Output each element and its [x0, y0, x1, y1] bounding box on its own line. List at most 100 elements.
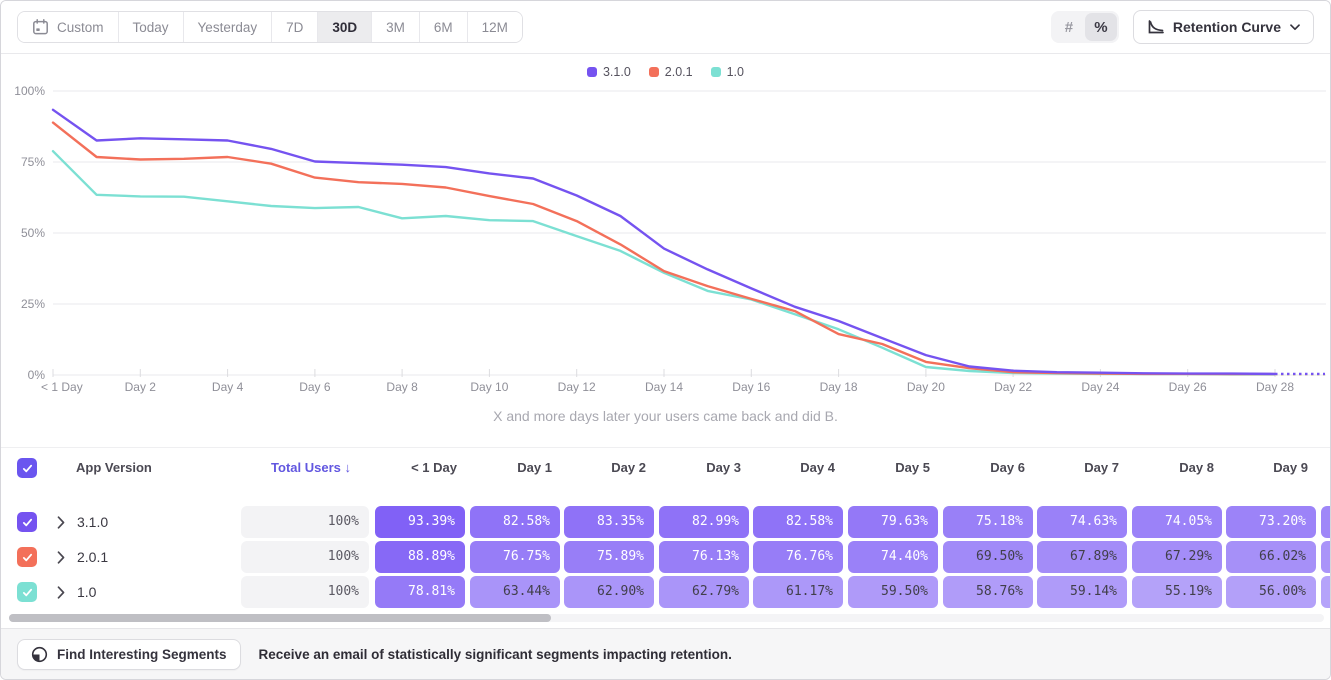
- calendar-icon: [32, 19, 49, 35]
- retention-cell[interactable]: 82.58%: [470, 506, 560, 538]
- chart-caption: X and more days later your users came ba…: [1, 408, 1330, 424]
- expand-chevron-right-icon[interactable]: [57, 516, 65, 529]
- expand-chevron-right-icon[interactable]: [57, 586, 65, 599]
- day-column-header: Day 5: [848, 449, 938, 487]
- svg-text:Day 2: Day 2: [125, 380, 157, 394]
- retention-cell[interactable]: 62.79%: [659, 576, 749, 608]
- retention-cell[interactable]: 59.50%: [848, 576, 938, 608]
- retention-cell[interactable]: 79.63%: [848, 506, 938, 538]
- retention-cell[interactable]: 56.00%: [1226, 576, 1316, 608]
- retention-cell[interactable]: 74.05%: [1132, 506, 1222, 538]
- retention-cell[interactable]: 62.90%: [564, 576, 654, 608]
- day-column-header: Day 8: [1132, 449, 1222, 487]
- expand-chevron-right-icon[interactable]: [57, 551, 65, 564]
- svg-text:Day 14: Day 14: [645, 380, 683, 394]
- svg-text:Day 18: Day 18: [820, 380, 858, 394]
- chart-type-dropdown[interactable]: Retention Curve: [1133, 10, 1314, 44]
- retention-cell[interactable]: 75.18%: [943, 506, 1033, 538]
- retention-cell[interactable]: 58.76%: [943, 576, 1033, 608]
- segment-circle-icon: [31, 646, 48, 663]
- toolbar-right: #% Retention Curve: [1051, 10, 1314, 44]
- legend-item-1.0[interactable]: 1.0: [711, 65, 744, 79]
- retention-cell[interactable]: 88.89%: [375, 541, 465, 573]
- legend-item-3.1.0[interactable]: 3.1.0: [587, 65, 631, 79]
- svg-text:50%: 50%: [21, 226, 45, 240]
- retention-cell[interactable]: 66.02%: [1226, 541, 1316, 573]
- range-button-label: Today: [133, 20, 169, 35]
- svg-text:Day 4: Day 4: [212, 380, 244, 394]
- retention-cell[interactable]: 75.89%: [564, 541, 654, 573]
- svg-text:Day 12: Day 12: [558, 380, 596, 394]
- retention-cell[interactable]: 63.44%: [470, 576, 560, 608]
- range-button-label: Custom: [57, 20, 104, 35]
- retention-cell[interactable]: 76.75%: [470, 541, 560, 573]
- chart-legend: 3.1.0 2.0.1 1.0: [1, 63, 1330, 81]
- series-line-1.0: [53, 151, 1275, 374]
- retention-cell[interactable]: 67.89%: [1037, 541, 1127, 573]
- retention-chart-area[interactable]: 0%25%50%75%100%< 1 DayDay 2Day 4Day 6Day…: [1, 57, 1331, 407]
- retention-cell[interactable]: 76.76%: [753, 541, 843, 573]
- table-top-divider: [1, 447, 1330, 448]
- retention-cell[interactable]: 78.81%: [375, 576, 465, 608]
- retention-cell[interactable]: 59.14%: [1037, 576, 1127, 608]
- hash-format-button[interactable]: #: [1053, 13, 1085, 41]
- total-users-cell: 100%: [241, 541, 369, 573]
- day-column-header: Day 9: [1226, 449, 1316, 487]
- retention-cell[interactable]: 74.40%: [848, 541, 938, 573]
- range-button-7d[interactable]: 7D: [271, 12, 317, 42]
- range-button-label: Yesterday: [198, 20, 258, 35]
- retention-cell[interactable]: 61.17%: [753, 576, 843, 608]
- range-button-today[interactable]: Today: [118, 12, 183, 42]
- svg-text:Day 16: Day 16: [732, 380, 770, 394]
- retention-cell[interactable]: 76.13%: [659, 541, 749, 573]
- row-checkbox-3.1.0[interactable]: [17, 512, 37, 532]
- legend-label: 2.0.1: [665, 65, 693, 79]
- range-button-12m[interactable]: 12M: [467, 12, 522, 42]
- range-button-30d[interactable]: 30D: [317, 12, 371, 42]
- percent-format-button[interactable]: %: [1085, 13, 1117, 41]
- retention-cell[interactable]: 69.50%: [943, 541, 1033, 573]
- legend-label: 3.1.0: [603, 65, 631, 79]
- legend-label: 1.0: [727, 65, 744, 79]
- retention-cell[interactable]: 82.99%: [659, 506, 749, 538]
- retention-cell[interactable]: 73.20%: [1226, 506, 1316, 538]
- legend-swatch: [711, 67, 721, 77]
- retention-report-card: Custom Today Yesterday 7D 30D 3M 6M12M #% Rete…: [0, 0, 1331, 680]
- retention-cell[interactable]: 83.35%: [564, 506, 654, 538]
- retention-cell-clipped[interactable]: [1321, 576, 1331, 608]
- table-row-2.0.1: 2.0.1 100%88.89%76.75%75.89%76.13%76.76%7…: [1, 541, 1331, 573]
- find-interesting-segments-button[interactable]: Find Interesting Segments: [17, 639, 241, 670]
- day-column-header: Day 3: [659, 449, 749, 487]
- svg-text:Day 28: Day 28: [1256, 380, 1294, 394]
- range-button-6m[interactable]: 6M: [419, 12, 467, 42]
- app-version-label: 2.0.1: [77, 541, 108, 573]
- retention-cell-clipped[interactable]: [1321, 506, 1331, 538]
- retention-cell[interactable]: 55.19%: [1132, 576, 1222, 608]
- day-column-header: Day 7: [1037, 449, 1127, 487]
- range-button-label: 3M: [386, 20, 405, 35]
- retention-cell[interactable]: 93.39%: [375, 506, 465, 538]
- range-button-custom[interactable]: Custom: [18, 12, 118, 42]
- retention-cell[interactable]: 74.63%: [1037, 506, 1127, 538]
- range-button-3m[interactable]: 3M: [371, 12, 419, 42]
- retention-cell[interactable]: 67.29%: [1132, 541, 1222, 573]
- series-line-3.1.0: [53, 110, 1275, 374]
- horizontal-scrollbar-track[interactable]: [9, 614, 1324, 622]
- app-version-column-header: App Version: [76, 449, 152, 487]
- total-users-label: Total Users: [271, 460, 341, 475]
- range-button-label: 30D: [332, 20, 357, 35]
- total-users-sort-header[interactable]: Total Users ↓: [241, 449, 369, 487]
- range-button-label: 7D: [286, 20, 303, 35]
- day-column-header: < 1 Day: [375, 449, 465, 487]
- row-checkbox-1.0[interactable]: [17, 582, 37, 602]
- svg-text:Day 10: Day 10: [470, 380, 508, 394]
- app-version-label: 1.0: [77, 576, 96, 608]
- row-checkbox-2.0.1[interactable]: [17, 547, 37, 567]
- select-all-checkbox[interactable]: [17, 458, 37, 478]
- svg-text:Day 22: Day 22: [994, 380, 1032, 394]
- legend-item-2.0.1[interactable]: 2.0.1: [649, 65, 693, 79]
- range-button-yesterday[interactable]: Yesterday: [183, 12, 272, 42]
- horizontal-scrollbar-thumb[interactable]: [9, 614, 551, 622]
- retention-cell[interactable]: 82.58%: [753, 506, 843, 538]
- retention-cell-clipped[interactable]: [1321, 541, 1331, 573]
